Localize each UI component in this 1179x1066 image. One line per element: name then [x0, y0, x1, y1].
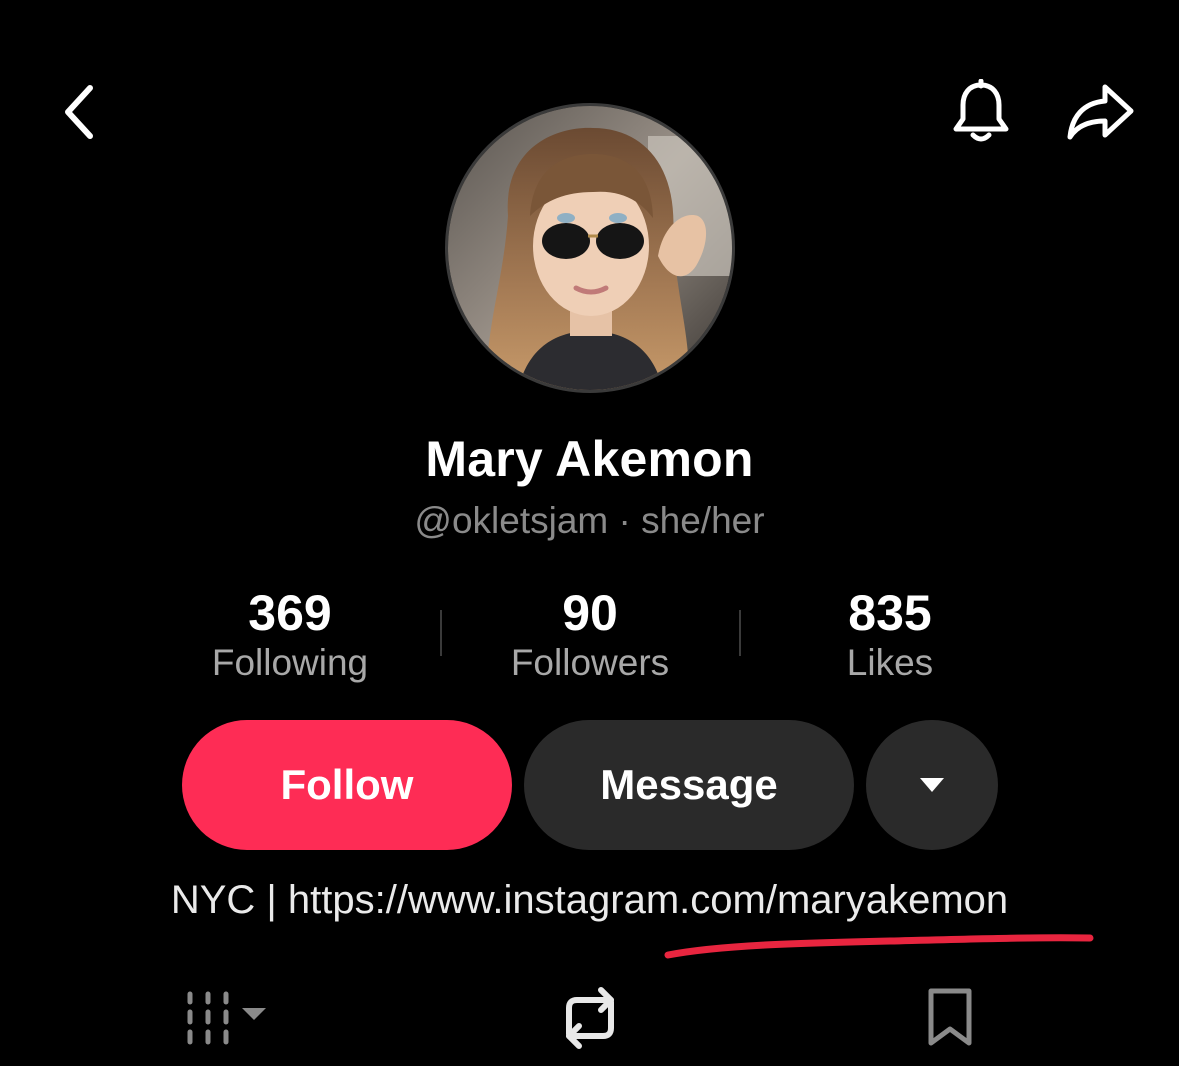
- stat-label: Followers: [510, 642, 670, 683]
- username-pronouns: @okletsjam · she/her: [414, 500, 765, 541]
- tab-saved[interactable]: [910, 980, 990, 1056]
- display-name: Mary Akemon: [425, 431, 754, 487]
- profile-photo: [448, 106, 732, 390]
- stat-label: Following: [211, 642, 369, 683]
- caret-down-icon: [920, 778, 944, 792]
- message-button[interactable]: Message: [524, 720, 854, 850]
- stat-label: Likes: [846, 642, 934, 683]
- bio-link[interactable]: https://www.instagram.com/maryakemon: [288, 878, 1008, 922]
- notifications-button[interactable]: [940, 72, 1022, 152]
- stat-likes[interactable]: 835 Likes: [740, 585, 1040, 685]
- stat-value: 835: [848, 585, 932, 641]
- grid-videos-icon: [187, 991, 266, 1045]
- tab-videos[interactable]: [170, 980, 290, 1056]
- back-button[interactable]: [45, 72, 115, 152]
- bio: NYC | https://www.instagram.com/maryakem…: [0, 878, 1179, 923]
- share-arrow-icon: [1067, 84, 1134, 140]
- chevron-left-icon: [65, 85, 93, 139]
- annotation-underline: [664, 934, 1094, 959]
- stat-following[interactable]: 369 Following: [140, 585, 440, 685]
- bell-icon: [953, 79, 1009, 142]
- avatar[interactable]: [445, 103, 735, 393]
- more-options-button[interactable]: [866, 720, 998, 850]
- tab-reposts[interactable]: [540, 980, 640, 1056]
- stat-value: 90: [562, 585, 618, 641]
- bookmark-icon: [928, 988, 972, 1046]
- stat-value: 369: [248, 585, 332, 641]
- repost-icon: [566, 987, 614, 1049]
- follow-button[interactable]: Follow: [182, 720, 512, 850]
- share-button[interactable]: [1058, 72, 1144, 152]
- bio-text: NYC |: [170, 878, 288, 922]
- stat-followers[interactable]: 90 Followers: [440, 585, 740, 685]
